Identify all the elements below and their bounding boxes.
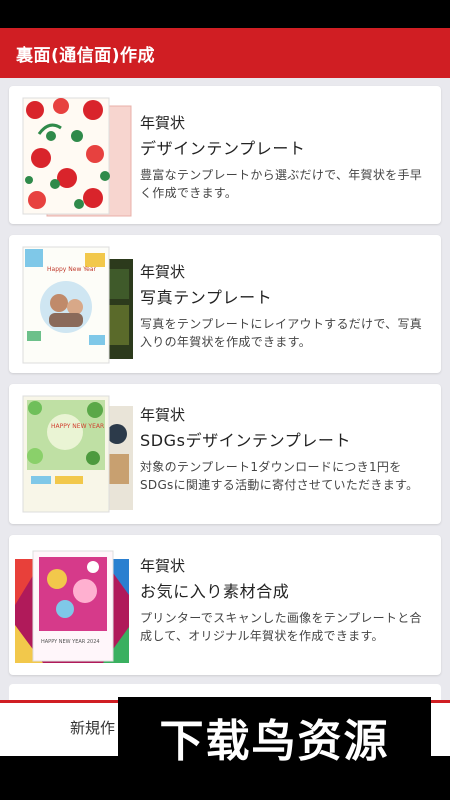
sdgs-template-thumbnail: HAPPY NEW YEAR: [21, 394, 133, 516]
new-create-button[interactable]: 新規作: [70, 717, 115, 738]
thumb-happy-new-year: HAPPY NEW YEAR 2024: [41, 639, 100, 645]
thumb-happy-new-year: HAPPY NEW YEAR: [51, 423, 104, 430]
design-template-thumbnail: [21, 96, 133, 218]
watermark: 下载鸟资源: [118, 697, 431, 776]
status-bar: [0, 0, 450, 28]
card-description: 写真をテンプレートにレイアウトするだけで、写真入りの年賀状を作成できます。: [140, 317, 423, 349]
template-list: 年賀状 デザインテンプレート 豊富なテンプレートから選ぶだけで、年賀状を手早く作…: [0, 78, 450, 700]
card-title: SDGsデザインテンプレート: [140, 431, 352, 450]
card-category: 年賀状: [140, 263, 186, 281]
card-photo-template[interactable]: Happy New Year 年賀状 写真テンプレート 写真をテンプレートにレイ…: [9, 235, 441, 373]
thumb-happy-new-year: Happy New Year: [47, 266, 96, 273]
card-title: デザインテンプレート: [140, 139, 306, 158]
photo-template-thumbnail: Happy New Year: [21, 245, 133, 367]
card-description: 豊富なテンプレートから選ぶだけで、年賀状を手早く作成できます。: [140, 168, 423, 200]
card-description: プリンターでスキャンした画像をテンプレートと合成して、オリジナル年賀状を作成でき…: [140, 611, 422, 643]
card-category: 年賀状: [140, 557, 186, 575]
favorite-material-thumbnail: HAPPY NEW YEAR 2024: [13, 545, 133, 667]
card-category: 年賀状: [140, 406, 186, 424]
card-category: 年賀状: [140, 114, 186, 132]
card-favorite-material[interactable]: HAPPY NEW YEAR 2024 年賀状 お気に入り素材合成 プリンターで…: [9, 535, 441, 675]
card-description: 対象のテンプレート1ダウンロードにつき1円をSDGsに関連する活動に寄付させてい…: [140, 460, 419, 492]
app-header: 裏面(通信面)作成: [0, 28, 450, 78]
card-design-template[interactable]: 年賀状 デザインテンプレート 豊富なテンプレートから選ぶだけで、年賀状を手早く作…: [9, 86, 441, 224]
card-sdgs-template[interactable]: HAPPY NEW YEAR 年賀状 SDGsデザインテンプレート 対象のテンプ…: [9, 384, 441, 524]
card-title: お気に入り素材合成: [140, 582, 290, 601]
page-title: 裏面(通信面)作成: [16, 45, 156, 66]
card-title: 写真テンプレート: [140, 288, 273, 307]
